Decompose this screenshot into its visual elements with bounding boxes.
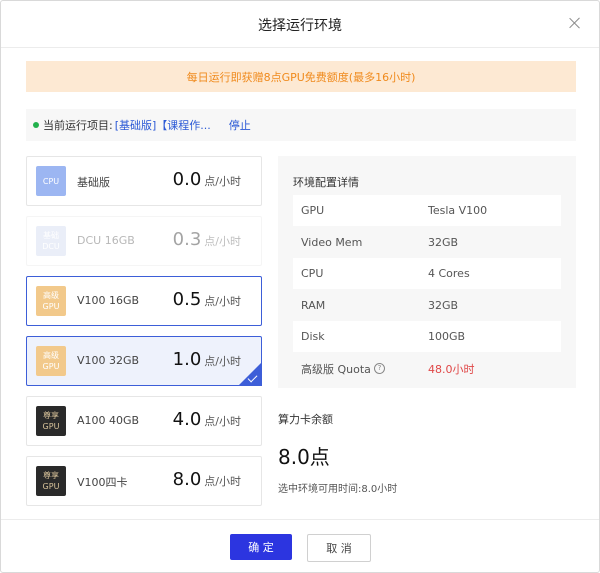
chip-line1: 高级 <box>43 291 59 300</box>
details-row-ram: RAM 32GB <box>293 290 561 321</box>
stop-button[interactable]: 停止 <box>229 117 251 133</box>
price-value: 0.0 <box>172 169 202 190</box>
close-icon[interactable] <box>567 15 583 31</box>
current-project-link[interactable]: [基础版]【课程作... <box>115 117 211 133</box>
details-row-cpu: CPU 4 Cores <box>293 258 561 289</box>
details-row-gpu: GPU Tesla V100 <box>293 195 561 226</box>
dialog-footer: 确 定 取 消 <box>1 519 599 573</box>
details-row-quota: 高级版 Quota ? 48.0小时 <box>293 353 561 384</box>
price-unit: 点/小时 <box>204 235 241 248</box>
details-key: Disk <box>301 330 325 343</box>
details-key: CPU <box>301 267 324 280</box>
details-value: 100GB <box>428 330 466 343</box>
help-icon[interactable]: ? <box>373 363 385 374</box>
price-unit: 点/小时 <box>204 475 241 488</box>
option-price: 4.0 点/小时 <box>173 409 241 430</box>
chip-line1: 基础 <box>43 231 59 240</box>
details-value: 32GB <box>428 299 459 312</box>
details-key: GPU <box>301 204 325 217</box>
price-value: 8.0 <box>172 469 202 490</box>
balance-value: 8.0点 <box>278 445 330 469</box>
option-name: A100 40GB <box>77 414 140 427</box>
gpu-chip-icon: 高级 GPU <box>36 286 66 316</box>
details-row-disk: Disk 100GB <box>293 321 561 352</box>
details-row-video-mem: Video Mem 32GB <box>293 227 561 258</box>
cancel-button[interactable]: 取 消 <box>307 534 371 562</box>
option-price: 0.3 点/小时 <box>173 229 241 250</box>
option-name: V100四卡 <box>77 476 128 489</box>
option-price: 0.0 点/小时 <box>173 169 241 190</box>
balance-section: 算力卡余额 8.0点 选中环境可用时间:8.0小时 <box>278 411 576 495</box>
price-value: 1.0 <box>172 349 202 370</box>
cpu-chip-icon: CPU <box>36 166 66 196</box>
details-value: 32GB <box>428 236 459 249</box>
chip-line1: 尊享 <box>43 411 59 420</box>
dialog-header: 选择运行环境 <box>1 1 599 48</box>
run-environment-dialog: 选择运行环境 每日运行即获赠8点GPU免费额度(最多16小时) 当前运行项目: … <box>0 0 600 573</box>
chip-line1: CPU <box>42 176 60 186</box>
gpu-chip-icon: 尊享 GPU <box>36 466 66 496</box>
details-key: 高级版 Quota ? <box>301 361 385 377</box>
price-value: 0.3 <box>172 229 202 250</box>
option-v100-32gb[interactable]: 高级 GPU V100 32GB 1.0 点/小时 <box>26 336 262 386</box>
dialog-title: 选择运行环境 <box>258 18 342 34</box>
price-value: 4.0 <box>172 409 202 430</box>
option-name: DCU 16GB <box>77 234 135 247</box>
chip-line2: GPU <box>42 482 60 491</box>
option-v100-16gb[interactable]: 高级 GPU V100 16GB 0.5 点/小时 <box>26 276 262 326</box>
dcu-chip-icon: 基础 DCU <box>36 226 66 256</box>
price-value: 0.5 <box>172 289 202 310</box>
chip-line2: GPU <box>42 302 60 311</box>
option-name: V100 16GB <box>77 294 140 307</box>
gpu-chip-icon: 高级 GPU <box>36 346 66 376</box>
option-price: 1.0 点/小时 <box>173 349 241 370</box>
quota-key-label: 高级版 Quota <box>301 362 371 376</box>
price-unit: 点/小时 <box>204 415 241 428</box>
price-unit: 点/小时 <box>204 355 241 368</box>
option-name: V100 32GB <box>77 354 140 367</box>
details-key: Video Mem <box>301 236 363 249</box>
option-a100-40gb[interactable]: 尊享 GPU A100 40GB 4.0 点/小时 <box>26 396 262 446</box>
chip-line2: GPU <box>42 362 60 371</box>
option-name: 基础版 <box>77 176 110 189</box>
price-unit: 点/小时 <box>204 295 241 308</box>
option-price: 0.5 点/小时 <box>173 289 241 310</box>
details-value: Tesla V100 <box>428 204 488 217</box>
chip-line2: GPU <box>42 422 60 431</box>
option-v100-quad[interactable]: 尊享 GPU V100四卡 8.0 点/小时 <box>26 456 262 506</box>
confirm-button[interactable]: 确 定 <box>230 534 292 560</box>
option-dcu-16gb[interactable]: 基础 DCU DCU 16GB 0.3 点/小时 <box>26 216 262 266</box>
balance-label: 算力卡余额 <box>278 413 333 426</box>
selected-check-icon <box>238 362 262 386</box>
free-quota-banner: 每日运行即获赠8点GPU免费额度(最多16小时) <box>26 61 576 92</box>
running-dot-icon <box>33 122 39 128</box>
current-project-status: 当前运行项目: [基础版]【课程作... 停止 <box>26 109 576 141</box>
price-unit: 点/小时 <box>204 175 241 188</box>
details-value: 48.0小时 <box>428 362 475 376</box>
environment-details-panel: 环境配置详情 GPU Tesla V100 Video Mem 32GB CPU… <box>278 156 576 388</box>
option-price: 8.0 点/小时 <box>173 469 241 490</box>
option-cpu-basic[interactable]: CPU 基础版 0.0 点/小时 <box>26 156 262 206</box>
chip-line1: 高级 <box>43 351 59 360</box>
available-time-note: 选中环境可用时间:8.0小时 <box>278 484 398 495</box>
details-title: 环境配置详情 <box>293 176 359 189</box>
status-label: 当前运行项目: <box>43 119 113 132</box>
chip-line1: 尊享 <box>43 471 59 480</box>
details-value: 4 Cores <box>428 267 470 280</box>
gpu-chip-icon: 尊享 GPU <box>36 406 66 436</box>
chip-line2: DCU <box>42 242 60 251</box>
details-key: RAM <box>301 299 326 312</box>
